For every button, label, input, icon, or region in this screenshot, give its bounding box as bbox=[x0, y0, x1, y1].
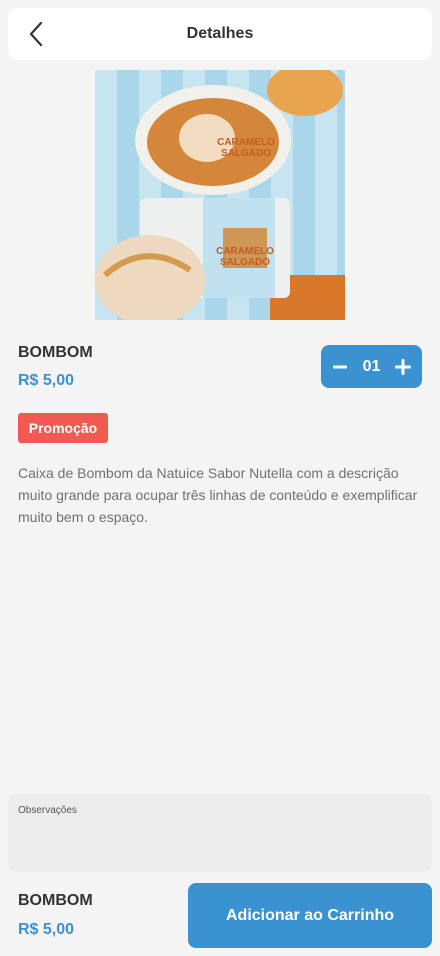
minus-icon bbox=[333, 365, 347, 368]
increase-quantity-button[interactable] bbox=[394, 358, 412, 376]
decrease-quantity-button[interactable] bbox=[331, 358, 349, 376]
notes-field[interactable]: Observações bbox=[8, 794, 432, 872]
footer-product-price: R$ 5,00 bbox=[18, 921, 75, 938]
image-label-line-2: SALGADO bbox=[221, 148, 271, 159]
add-to-cart-button[interactable]: Adicionar ao Carrinho bbox=[188, 883, 432, 948]
back-button[interactable] bbox=[22, 20, 50, 48]
image-label-line-2-lower: SALGADO bbox=[220, 257, 270, 268]
plus-icon bbox=[394, 358, 411, 375]
notes-input[interactable] bbox=[18, 820, 422, 864]
product-description: Caixa de Bombom da Natuice Sabor Nutella… bbox=[18, 465, 418, 525]
notes-label: Observações bbox=[18, 805, 77, 816]
product-image: CARAMELO SALGADO CARAMELO SALGADO bbox=[95, 70, 345, 320]
product-price: R$ 5,00 bbox=[18, 372, 75, 389]
image-label-line-1-lower: CARAMELO bbox=[216, 246, 274, 257]
footer-product-name: BOMBOM bbox=[18, 892, 93, 909]
promo-badge: Promoção bbox=[18, 413, 108, 443]
product-details-screen: Detalhes CARAMELO SALGADO CARAMELO SALGA… bbox=[0, 0, 440, 956]
chevron-left-icon bbox=[29, 21, 43, 47]
header-bar: Detalhes bbox=[8, 8, 432, 60]
product-name: BOMBOM bbox=[18, 344, 93, 361]
page-title: Detalhes bbox=[186, 25, 254, 42]
image-label-line-1: CARAMELO bbox=[217, 137, 275, 148]
quantity-value: 01 bbox=[362, 357, 381, 375]
quantity-stepper: 01 bbox=[321, 345, 422, 388]
